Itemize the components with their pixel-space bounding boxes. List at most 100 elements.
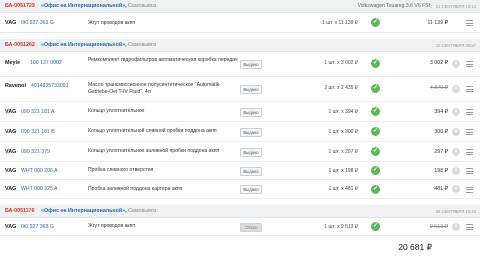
check-circle-icon: ✓ <box>371 222 380 231</box>
item-description: Масло трансмиссионное полусинтетическое … <box>88 81 221 95</box>
item-quantity-price: 1 шт. x 300 ₽ <box>328 128 359 135</box>
item-total: 11 139 ₽ <box>427 20 448 26</box>
item-brand: Meyle <box>5 60 20 66</box>
hamburger-menu-icon[interactable] <box>466 129 473 135</box>
hamburger-menu-icon[interactable] <box>466 20 473 26</box>
item-description: Жгут проводов акпп <box>88 19 136 26</box>
item-total: 9 513 ₽ <box>429 223 448 230</box>
close-circle-icon[interactable]: × <box>452 147 460 156</box>
hamburger-menu-icon[interactable] <box>466 168 473 174</box>
item-quantity-price: 1 шт. x 198 ₽ <box>328 167 359 174</box>
close-circle-icon[interactable]: × <box>452 222 460 231</box>
close-circle-icon[interactable]: × <box>452 84 460 93</box>
item-total: 300 ₽ <box>434 128 448 135</box>
item-brand: VAG <box>5 148 17 155</box>
order-item-row: VAG 090 321 181 B Кольцо уплотнительной … <box>0 122 480 142</box>
order-header: БА-0051262 «Офис на Интернациональной», … <box>0 39 480 52</box>
close-circle-icon[interactable]: × <box>452 127 460 136</box>
item-quantity-price: 1 шт. x 3 002 ₽ <box>324 60 358 66</box>
item-description: Кольцо уплотнительной сливной пробки под… <box>88 128 217 134</box>
close-circle-icon[interactable]: × <box>452 107 460 116</box>
item-quantity-price: 1 шт. x 11 139 ₽ <box>321 20 358 26</box>
order-store: «Офис на Интернациональной», Самовывоз <box>41 208 156 214</box>
item-brand: VAG <box>5 186 17 192</box>
check-circle-icon: ✓ <box>371 59 380 68</box>
item-description: Кольцо уплотнительное <box>88 108 145 114</box>
item-total: 297 ₽ <box>434 148 448 155</box>
item-description: Кольцо уплотнительное заливной пробки по… <box>88 148 220 154</box>
item-description: Жгут проводов акпп <box>88 223 136 229</box>
status-badge: Выдано <box>240 84 262 94</box>
item-sku-link[interactable]: WHT 000 325 A <box>21 186 58 192</box>
order-date: 08 СЕНТЯБРЯ 15:43 <box>435 208 476 214</box>
delivery-method: Самовывоз <box>128 208 157 214</box>
order-item-row: VAG 0t0 927 363 G Жгут проводов акпп 1 ш… <box>0 13 480 33</box>
item-total: 394 ₽ <box>434 108 448 115</box>
check-circle-icon: ✓ <box>371 184 380 194</box>
item-quantity-price: 1 шт. x 297 ₽ <box>328 148 359 155</box>
item-brand: VAG <box>5 128 17 135</box>
item-total: 198 ₽ <box>434 167 448 174</box>
item-quantity-price: 2 шт. x 2 435 ₽ <box>324 85 358 91</box>
item-sku-link[interactable]: 090 321 181 A <box>21 109 54 115</box>
store-name[interactable]: «Офис на Интернациональной», <box>41 3 127 9</box>
hamburger-menu-icon[interactable] <box>466 224 473 230</box>
status-badge: Выдано <box>240 147 262 157</box>
order-header: БА-0051729 «Офис на Интернациональной», … <box>0 0 480 13</box>
order-header: БА-0051176 «Офис на Интернациональной», … <box>0 205 480 218</box>
hamburger-menu-icon[interactable] <box>466 86 473 92</box>
status-badge: Выдано <box>240 185 262 194</box>
item-total: 3 002 ₽ <box>429 60 448 66</box>
item-description: Пробка заливной поддона картера акпп <box>88 185 183 192</box>
order-item-row: VAG 090 321 181 A Кольцо уплотнительное … <box>0 102 480 122</box>
order-id[interactable]: БА-0051176 <box>5 208 35 214</box>
close-circle-icon[interactable]: × <box>452 166 460 175</box>
order-store: «Офис на Интернациональной», Самовывоз <box>41 42 156 48</box>
order-date: 10 СЕНТЯБРЯ 09:57 <box>435 42 476 48</box>
item-quantity-price: 1 шт. x 394 ₽ <box>328 108 359 115</box>
item-sku-link[interactable]: 4014835733091 <box>31 83 69 89</box>
order-item-row: VAG 0t0 927 363 G Жгут проводов акпп Отк… <box>0 218 480 236</box>
item-brand: VAG <box>5 108 17 115</box>
check-circle-icon: ✓ <box>371 147 380 156</box>
item-sku-link[interactable]: 0t0 927 363 G <box>21 224 54 230</box>
hamburger-menu-icon[interactable] <box>466 149 473 155</box>
item-description: Ремкомплект гидрофильтров автоматическая… <box>88 57 238 63</box>
check-circle-icon: ✓ <box>371 166 380 175</box>
item-quantity-price: 1 шт. x 9 513 ₽ <box>324 223 358 230</box>
item-sku-link[interactable]: 090 321 379 <box>21 149 50 155</box>
item-brand: VAG <box>5 223 17 230</box>
grand-total: 20 681 ₽ <box>398 242 432 252</box>
item-sku-link[interactable]: WHT 000 206 A <box>21 168 58 174</box>
status-badge: Выдано <box>240 166 262 176</box>
store-name[interactable]: «Офис на Интернациональной», <box>41 208 127 214</box>
order-id[interactable]: БА-0051262 <box>5 42 35 48</box>
item-sku-link[interactable]: 090 321 181 B <box>21 129 55 135</box>
hamburger-menu-icon[interactable] <box>466 61 473 67</box>
delivery-method: Самовывоз <box>128 3 157 9</box>
item-sku-link[interactable]: 100 137 0002 <box>30 60 62 66</box>
store-name[interactable]: «Офис на Интернациональной», <box>41 42 127 48</box>
close-circle-icon[interactable]: × <box>452 59 460 68</box>
status-badge: Отказ <box>240 222 262 232</box>
item-sku-link[interactable]: 0t0 927 363 G <box>21 20 54 26</box>
check-circle-icon: ✓ <box>371 84 380 93</box>
item-total: 481 ₽ <box>434 186 448 192</box>
status-badge: Выдано <box>240 59 262 69</box>
order-item-row: VAG WHT 000 325 A Пробка заливной поддон… <box>0 180 480 199</box>
order-store: «Офис на Интернациональной», Самовывоз <box>41 3 156 9</box>
order-item-row: VAG WHT 000 206 A Пробка сливного отверс… <box>0 162 480 180</box>
status-badge: Выдано <box>240 127 262 137</box>
order-item-row: VAG 090 321 379 Кольцо уплотнительное за… <box>0 142 480 162</box>
item-total: 4 870 ₽ <box>429 85 448 91</box>
item-brand: VAG <box>5 167 17 174</box>
status-badge: Выдано <box>240 107 262 117</box>
order-id[interactable]: БА-0051729 <box>5 3 35 9</box>
hamburger-menu-icon[interactable] <box>466 186 473 193</box>
check-circle-icon: ✓ <box>371 18 380 27</box>
hamburger-menu-icon[interactable] <box>466 109 473 115</box>
check-circle-icon: ✓ <box>371 107 380 116</box>
order-item-row: Ravenol 4014835733091 Масло трансмиссион… <box>0 77 480 102</box>
check-circle-icon: ✓ <box>371 127 380 136</box>
close-circle-icon[interactable]: × <box>452 185 460 193</box>
